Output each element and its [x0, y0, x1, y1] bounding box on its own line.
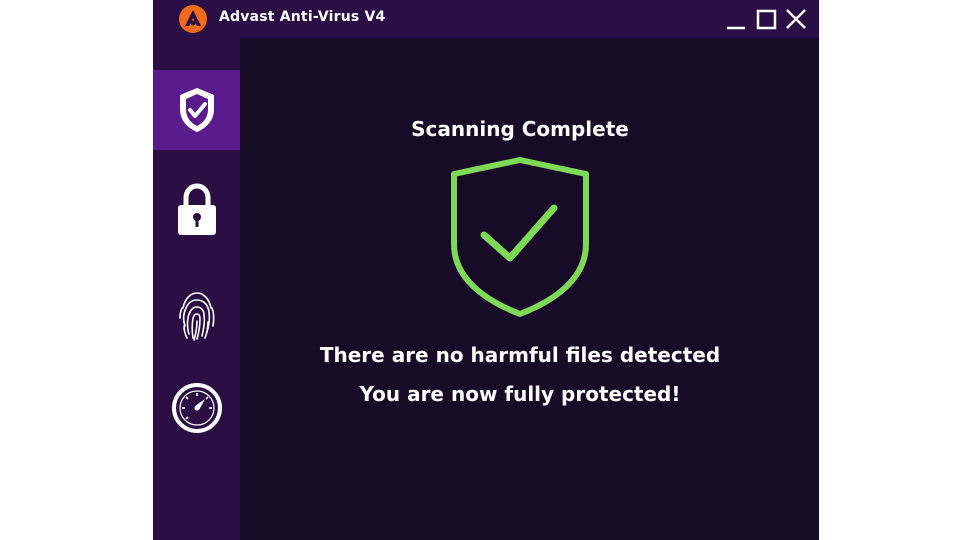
main-content: Scanning Complete There are no harmful f… [240, 38, 819, 540]
minimize-icon [727, 26, 745, 30]
speedometer-icon [171, 383, 222, 433]
close-icon [786, 9, 806, 29]
sidebar-item-performance[interactable] [153, 368, 240, 448]
sidebar-item-protection[interactable] [153, 70, 240, 150]
maximize-icon [756, 9, 777, 30]
padlock-icon [177, 183, 216, 235]
minimize-button[interactable] [724, 8, 748, 30]
sidebar-item-privacy[interactable] [153, 170, 240, 250]
shield-check-icon [179, 88, 214, 132]
scan-status-title: Scanning Complete [411, 117, 629, 141]
protection-status-message: You are now fully protected! [359, 382, 681, 406]
title-bar[interactable]: Advast Anti-Virus V4 [153, 0, 819, 38]
fingerprint-icon [178, 292, 214, 341]
app-title: Advast Anti-Virus V4 [219, 9, 386, 25]
scan-result-message: There are no harmful files detected [319, 343, 721, 367]
app-window: Advast Anti-Virus V4 Scanning Complete T… [153, 0, 819, 540]
advast-logo-icon [178, 4, 208, 34]
close-button[interactable] [784, 8, 808, 30]
shield-check-icon [451, 157, 589, 317]
maximize-button[interactable] [754, 8, 778, 30]
sidebar [153, 38, 240, 540]
sidebar-item-identity[interactable] [153, 276, 240, 356]
